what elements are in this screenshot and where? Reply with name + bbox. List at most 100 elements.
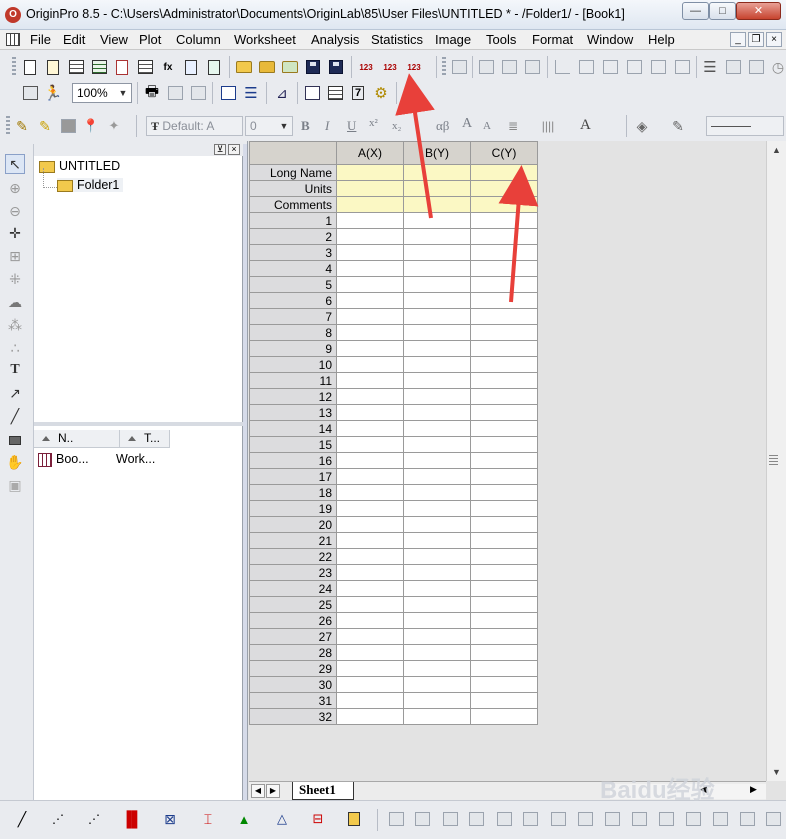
mdi-close-button[interactable]: × xyxy=(766,32,782,47)
row-header[interactable]: 10 xyxy=(249,356,337,373)
row-header[interactable]: 20 xyxy=(249,516,337,533)
row-header[interactable]: 26 xyxy=(249,612,337,629)
row-header[interactable]: 31 xyxy=(249,692,337,709)
data-cell[interactable] xyxy=(470,356,538,373)
explorer-splitter[interactable] xyxy=(34,422,243,426)
data-cell[interactable] xyxy=(470,244,538,261)
data-cell[interactable] xyxy=(403,564,471,581)
toolbar-grip[interactable] xyxy=(442,57,446,77)
data-cell[interactable] xyxy=(403,692,471,709)
align-vcenter-icon[interactable] xyxy=(494,809,514,829)
line-color-icon[interactable]: ✎ xyxy=(668,116,688,136)
tab-sheet1[interactable]: Sheet1 xyxy=(292,782,354,800)
data-cell[interactable] xyxy=(470,324,538,341)
column-header[interactable]: B(Y) xyxy=(403,141,471,165)
row-header[interactable]: 1 xyxy=(249,212,337,229)
menu-help[interactable]: Help xyxy=(648,32,675,47)
tree-root[interactable]: UNTITLED xyxy=(39,159,120,173)
data-cell[interactable] xyxy=(336,580,404,597)
decrease-font-button[interactable]: A xyxy=(483,120,491,132)
import-single-ascii-icon[interactable]: 123 xyxy=(356,57,376,77)
axis-top-icon[interactable] xyxy=(624,57,644,77)
menu-format[interactable]: Format xyxy=(532,32,573,47)
row-header[interactable]: 8 xyxy=(249,324,337,341)
data-cell[interactable] xyxy=(470,468,538,485)
scroll-down-icon[interactable]: ▼ xyxy=(769,765,784,780)
align-top-icon[interactable] xyxy=(440,809,460,829)
font-size-combo[interactable]: 0 ▼ xyxy=(245,116,293,136)
data-cell[interactable] xyxy=(336,244,404,261)
row-header[interactable]: 4 xyxy=(249,260,337,277)
area-plot-icon[interactable]: ▲ xyxy=(234,809,254,829)
calendar-icon[interactable] xyxy=(325,83,345,103)
data-cell[interactable] xyxy=(336,708,404,725)
data-cell[interactable] xyxy=(470,548,538,565)
distribute-v-icon[interactable] xyxy=(575,809,595,829)
data-cell[interactable] xyxy=(336,388,404,405)
layout-2x2-icon[interactable] xyxy=(499,57,519,77)
row-header[interactable]: 32 xyxy=(249,708,337,725)
toolbar-grip[interactable] xyxy=(12,57,16,77)
rectangle-tool-icon[interactable] xyxy=(5,430,25,450)
new-function-icon[interactable]: fx xyxy=(158,57,178,77)
mask-tool-icon[interactable]: ☁ xyxy=(5,292,25,312)
origin-app-icon[interactable]: O xyxy=(5,7,21,23)
data-cell[interactable] xyxy=(336,484,404,501)
screen-reader-icon[interactable]: ⊞ xyxy=(5,246,25,266)
axis-bottom-icon[interactable] xyxy=(600,57,620,77)
menu-plot[interactable]: Plot xyxy=(139,32,161,47)
data-reader-icon[interactable]: ✛ xyxy=(5,223,25,243)
layout-rows-icon[interactable] xyxy=(522,57,542,77)
attribute-cell[interactable] xyxy=(470,196,538,213)
align-right-icon[interactable] xyxy=(412,809,432,829)
distribute-h-icon[interactable] xyxy=(548,809,568,829)
row-header[interactable]: 9 xyxy=(249,340,337,357)
close-button[interactable]: ✕ xyxy=(736,2,781,20)
project-explorer-icon[interactable]: ⊿ xyxy=(272,83,292,103)
data-cell[interactable] xyxy=(403,324,471,341)
same-width-icon[interactable] xyxy=(602,809,622,829)
row-header[interactable]: 25 xyxy=(249,596,337,613)
data-cell[interactable] xyxy=(336,228,404,245)
data-cell[interactable] xyxy=(403,484,471,501)
row-header[interactable]: 18 xyxy=(249,484,337,501)
new-folder-doc-icon[interactable] xyxy=(43,57,63,77)
zoom-out-icon[interactable]: ⊖ xyxy=(5,201,25,221)
data-cell[interactable] xyxy=(403,468,471,485)
list-icon[interactable]: ☰ xyxy=(700,57,720,77)
line-style-combo[interactable] xyxy=(706,116,784,136)
data-cell[interactable] xyxy=(403,276,471,293)
zoom-combo[interactable]: 100% ▼ xyxy=(72,83,132,103)
scroll-thumb-grip[interactable] xyxy=(769,455,778,466)
mdi-restore-button[interactable]: ❐ xyxy=(748,32,764,47)
pin-icon[interactable]: 📍 xyxy=(81,116,101,136)
align-icon[interactable]: ≣ xyxy=(503,116,523,136)
menu-window[interactable]: Window xyxy=(587,32,633,47)
explorer-close-button[interactable]: × xyxy=(228,144,240,155)
fill-shape-icon[interactable] xyxy=(58,116,78,136)
draw-data-icon[interactable]: ⁂ xyxy=(5,315,25,335)
results-log-icon[interactable]: ☰ xyxy=(241,83,261,103)
data-cell[interactable] xyxy=(470,308,538,325)
column-plot-icon[interactable]: ▐▌ xyxy=(121,809,142,829)
data-cell[interactable] xyxy=(336,692,404,709)
data-cell[interactable] xyxy=(403,244,471,261)
duplicate-icon[interactable] xyxy=(20,83,40,103)
attribute-cell[interactable] xyxy=(336,164,404,181)
attribute-cell[interactable] xyxy=(403,180,471,197)
data-cell[interactable] xyxy=(403,516,471,533)
attribute-cell[interactable] xyxy=(470,164,538,181)
row-header[interactable]: 7 xyxy=(249,308,337,325)
graph-layer-icon[interactable] xyxy=(449,57,469,77)
data-cell[interactable] xyxy=(336,548,404,565)
open-template-icon[interactable] xyxy=(257,57,277,77)
bold-button[interactable]: B xyxy=(301,118,310,134)
data-cell[interactable] xyxy=(470,500,538,517)
italic-button[interactable]: I xyxy=(325,118,329,134)
data-cell[interactable] xyxy=(470,596,538,613)
command-window-icon[interactable] xyxy=(302,83,322,103)
new-graph-icon[interactable] xyxy=(112,57,132,77)
attribute-cell[interactable] xyxy=(403,196,471,213)
row-header[interactable]: 30 xyxy=(249,676,337,693)
data-cell[interactable] xyxy=(403,356,471,373)
